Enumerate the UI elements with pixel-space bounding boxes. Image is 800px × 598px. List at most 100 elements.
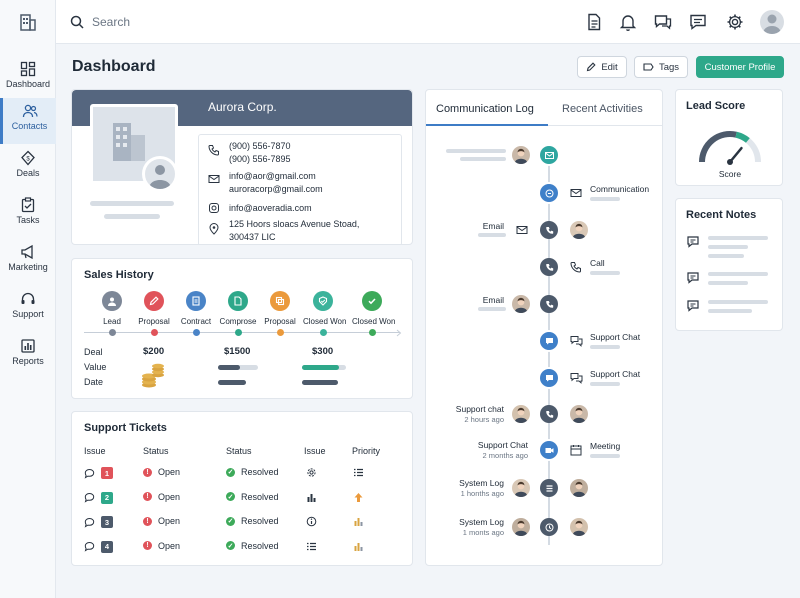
list-icon xyxy=(353,467,364,478)
timeline-node[interactable] xyxy=(540,146,558,164)
address-line-1: 125 Hoors sloacs Avenue Stoad, xyxy=(229,219,360,229)
contact-face-avatar[interactable] xyxy=(512,295,530,313)
timeline-node[interactable] xyxy=(540,221,558,239)
tags-button[interactable]: Tags xyxy=(634,56,688,78)
sidebar-item-reports[interactable]: Reports xyxy=(0,333,56,379)
building-logo-icon[interactable] xyxy=(18,12,38,32)
reports-icon xyxy=(21,339,35,353)
timeline-dot xyxy=(151,329,158,336)
note-item[interactable] xyxy=(686,299,768,316)
stage-lead[interactable]: Lead xyxy=(92,291,132,326)
status-text: Open xyxy=(158,491,181,502)
timeline-node[interactable] xyxy=(540,184,558,202)
email-primary[interactable]: info@aor@gmail.com xyxy=(229,170,316,182)
tab-recent-activities[interactable]: Recent Activities xyxy=(562,103,643,115)
stage-proposal-2[interactable]: Proposal xyxy=(260,291,300,326)
message-icon[interactable] xyxy=(688,12,708,32)
stage-proposal[interactable]: Proposal xyxy=(134,291,174,326)
sidebar-item-support[interactable]: Support xyxy=(0,286,56,332)
search-input[interactable]: Search xyxy=(70,12,130,32)
table-row[interactable]: 1 xyxy=(84,467,113,479)
stage-contract[interactable]: Contract xyxy=(176,291,216,326)
placeholder-bar xyxy=(590,271,620,275)
sidebar-item-deals[interactable]: $ Deals xyxy=(0,145,56,191)
sales-timeline-line xyxy=(84,332,400,333)
tasks-icon xyxy=(21,197,35,213)
log-entry-title: Communication xyxy=(590,184,650,194)
column-header: Status xyxy=(143,446,169,456)
sidebar-item-contacts[interactable]: Contacts xyxy=(0,98,56,144)
pencil-icon xyxy=(149,296,159,306)
phone-primary[interactable]: (900) 556-7870 xyxy=(229,140,291,152)
contact-face-avatar[interactable] xyxy=(512,146,530,164)
placeholder-bar xyxy=(460,157,506,161)
contact-face-avatar[interactable] xyxy=(570,405,588,423)
sidebar-item-label: Contacts xyxy=(11,121,48,131)
stage-closed-won-2[interactable]: Closed Won xyxy=(352,291,395,326)
timeline-node[interactable] xyxy=(540,369,558,387)
bell-icon[interactable] xyxy=(618,12,638,32)
contact-face-avatar[interactable] xyxy=(570,479,588,497)
timeline-node[interactable] xyxy=(540,405,558,423)
edit-button[interactable]: Edit xyxy=(577,56,627,78)
timeline-node[interactable] xyxy=(540,479,558,497)
log-entry-time: 2 hours ago xyxy=(464,415,504,424)
sales-history-card: Sales History Lead Proposal Contract Com… xyxy=(71,258,413,399)
log-entry-time: 1 monts ago xyxy=(462,528,504,537)
ticket-number: 2 xyxy=(101,491,113,504)
sidebar-item-label: Deals xyxy=(16,168,40,178)
chat-icon[interactable] xyxy=(653,12,673,32)
contact-face-avatar[interactable] xyxy=(512,479,530,497)
company-name: Aurora Corp. xyxy=(208,100,277,114)
contact-face-avatar[interactable] xyxy=(570,518,588,536)
sidebar-item-label: Dashboard xyxy=(5,79,51,89)
stage-closed-won[interactable]: Closed Won xyxy=(303,291,346,326)
table-row[interactable]: 3 xyxy=(84,516,113,528)
instagram-handle[interactable]: info@aoveradia.com xyxy=(229,202,312,214)
status-resolved: ✓ Resolved xyxy=(226,516,279,526)
table-row[interactable]: 2 xyxy=(84,491,113,504)
sidebar-item-marketing[interactable]: Marketing xyxy=(0,239,56,285)
search-placeholder: Search xyxy=(92,15,131,29)
sidebar-item-tasks[interactable]: Tasks xyxy=(0,192,56,238)
status-resolved: ✓ Resolved xyxy=(226,467,279,477)
info-icon xyxy=(306,516,317,527)
check-icon xyxy=(368,298,376,305)
note-item[interactable] xyxy=(686,235,768,258)
customer-profile-button[interactable]: Customer Profile xyxy=(696,56,784,78)
timeline-node[interactable] xyxy=(540,332,558,350)
sidebar-item-dashboard[interactable]: Dashboard xyxy=(0,56,56,102)
contact-face-avatar[interactable] xyxy=(570,221,588,239)
note-icon xyxy=(687,236,699,248)
ticket-number: 4 xyxy=(101,540,113,553)
ticket-number: 3 xyxy=(101,516,113,528)
log-entry-title: System Log xyxy=(459,517,504,527)
stage-comprose[interactable]: Comprose xyxy=(218,291,258,326)
timeline-node[interactable] xyxy=(540,441,558,459)
phone-secondary[interactable]: (900) 556-7895 xyxy=(229,153,291,165)
log-entry-time: 1 honths ago xyxy=(460,489,504,498)
location-pin-icon xyxy=(209,223,219,235)
contact-face-avatar[interactable] xyxy=(512,405,530,423)
user-avatar[interactable] xyxy=(760,10,784,34)
tag-icon xyxy=(643,63,654,71)
table-row[interactable]: 4 xyxy=(84,540,113,553)
sidebar-item-label: Marketing xyxy=(8,262,48,272)
note-item[interactable] xyxy=(686,271,768,288)
contact-face-avatar[interactable] xyxy=(512,518,530,536)
sales-history-title: Sales History xyxy=(84,269,154,281)
address-line-2: 300437 LIC xyxy=(229,232,276,242)
timeline-node[interactable] xyxy=(540,258,558,276)
chat-bubble-icon xyxy=(84,468,95,479)
tab-communication-log[interactable]: Communication Log xyxy=(436,103,534,115)
sidebar: Dashboard Contacts $ Deals Tasks Marketi… xyxy=(0,0,56,598)
email-secondary[interactable]: auroracorp@gmail.com xyxy=(229,183,323,195)
lead-score-card: Lead Score Score xyxy=(675,89,783,186)
gear-icon[interactable] xyxy=(725,12,745,32)
timeline-node[interactable] xyxy=(540,295,558,313)
timeline-node[interactable] xyxy=(540,518,558,536)
document-icon[interactable] xyxy=(584,12,604,32)
status-text: Resolved xyxy=(241,516,279,526)
log-entry-title: Support chat xyxy=(455,404,504,414)
check-circle-icon: ✓ xyxy=(226,492,235,501)
